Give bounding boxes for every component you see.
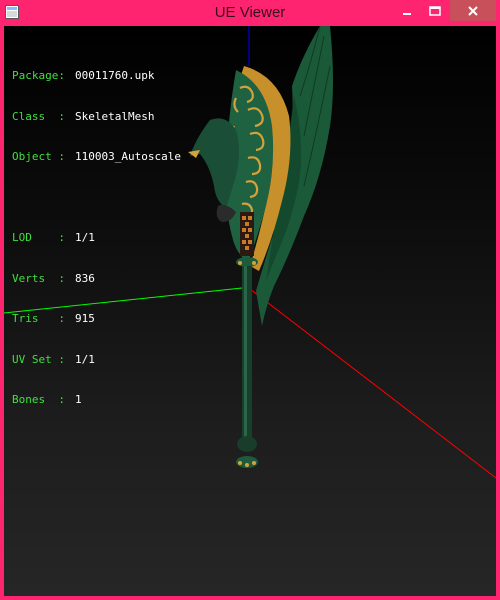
info-row-object: Object : 110003_Autoscale xyxy=(12,150,181,164)
info-row-package: Package: 00011760.upk xyxy=(12,69,181,83)
x-axis-line xyxy=(249,288,496,479)
info-label: LOD : xyxy=(12,231,65,244)
app-window: UE Viewer Package: 00011760.upk Class: … xyxy=(0,0,500,600)
3d-viewport[interactable]: Package: 00011760.upk Class : SkeletalMesh… xyxy=(4,26,496,596)
info-label: Package: xyxy=(12,69,65,82)
info-value: 1 xyxy=(75,393,82,406)
minimize-button[interactable] xyxy=(394,0,420,21)
info-row-bones: Bones : 1 xyxy=(12,393,181,407)
info-row-uvset: UV Set : 1/1 xyxy=(12,353,181,367)
weapon-mesh xyxy=(188,26,333,468)
info-label: Bones : xyxy=(12,393,65,406)
info-label: Verts : xyxy=(12,271,65,285)
info-value: 1/1 xyxy=(75,231,95,244)
info-label: UV Set : xyxy=(12,352,65,366)
info-value: SkeletalMesh xyxy=(75,109,155,123)
maximize-button[interactable] xyxy=(422,0,448,21)
info-value: 836 xyxy=(75,271,95,285)
title-bar[interactable]: UE Viewer xyxy=(0,0,500,26)
info-label: Object : xyxy=(12,150,65,163)
close-button[interactable] xyxy=(450,0,496,21)
info-row-verts: Verts : 836 xyxy=(12,272,181,286)
info-label: Class : xyxy=(12,109,65,123)
minimize-icon xyxy=(403,12,411,15)
maximize-icon xyxy=(429,5,441,16)
info-row-lod: LOD : 1/1 xyxy=(12,231,181,245)
info-row-class: Class : SkeletalMesh xyxy=(12,110,181,124)
mesh-info-panel: Package: 00011760.upk Class : SkeletalMesh… xyxy=(12,42,181,434)
info-row-tris: Tris : 915 xyxy=(12,312,181,326)
info-value: 1/1 xyxy=(75,352,95,366)
info-value: 110003_Autoscale xyxy=(75,150,181,163)
info-value: 915 xyxy=(75,312,95,325)
close-icon xyxy=(468,5,478,16)
info-value: 00011760.upk xyxy=(75,69,155,82)
info-label: Tris : xyxy=(12,312,65,325)
